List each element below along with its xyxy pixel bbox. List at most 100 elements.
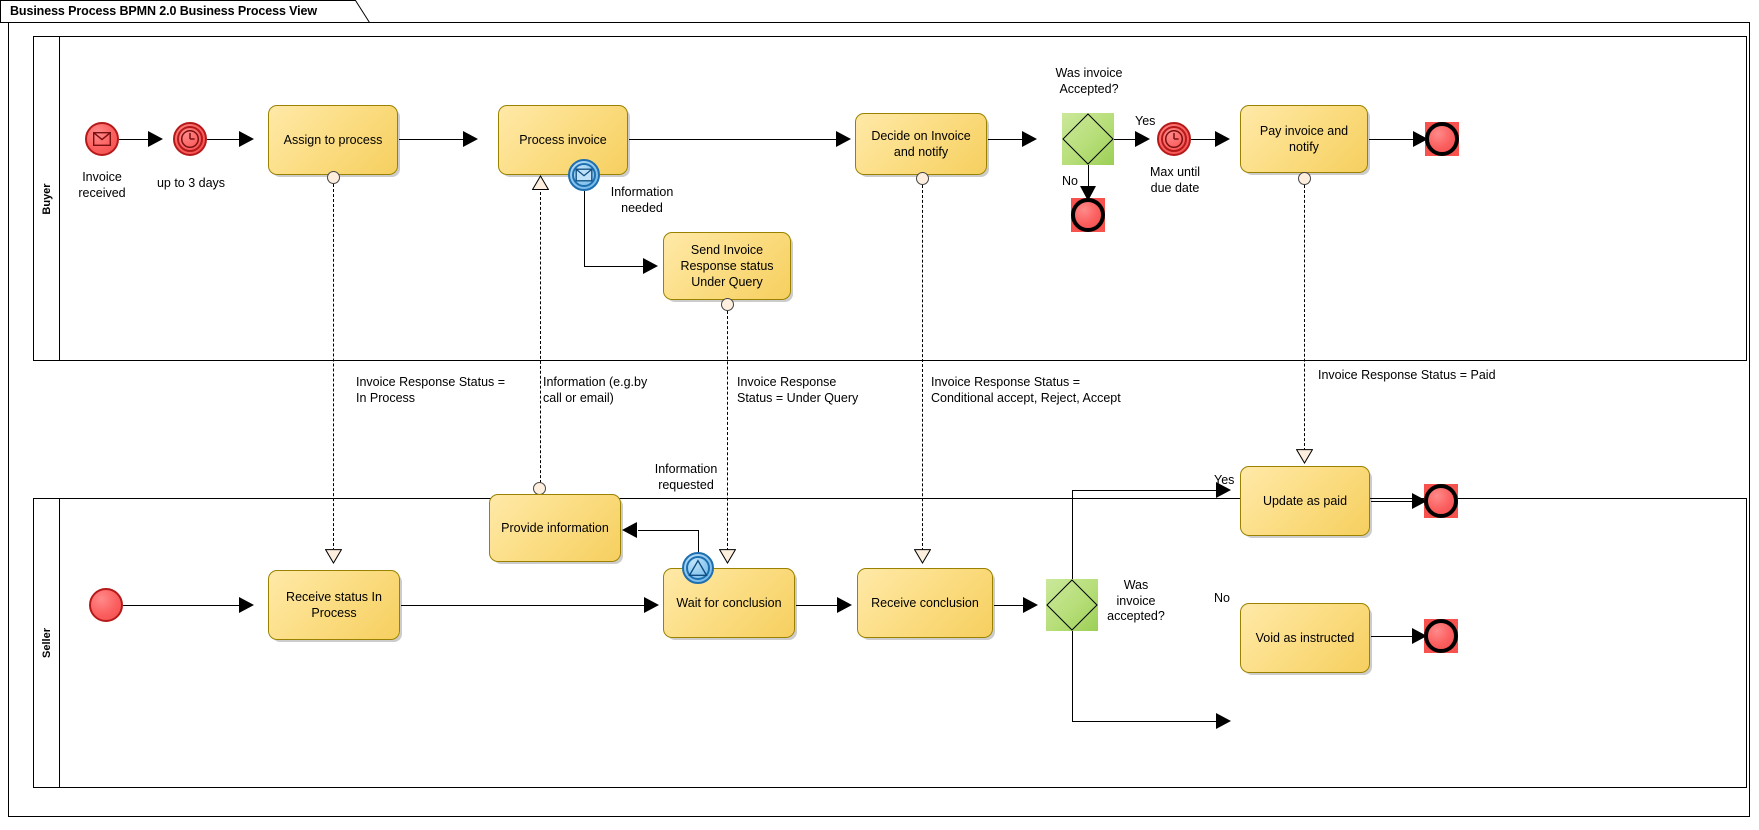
task-wait-for-conclusion[interactable]: Wait for conclusion [663,568,795,638]
connector-receive-conclusion-to-gateway [994,605,1024,606]
connector-seller-yes-up [1072,490,1073,579]
arrowhead [239,131,254,147]
arrowhead [644,597,659,613]
message-flow-5-arrow [1296,449,1313,464]
boundary-event-information-requested[interactable] [682,552,714,584]
arrowhead [148,131,163,147]
task-assign-to-process[interactable]: Assign to process [268,105,398,175]
buyer-start-event-label: Invoice received [78,170,126,200]
arrowhead [1216,713,1231,729]
task-label: Wait for conclusion [676,596,782,610]
arrowhead [1022,131,1037,147]
seller-start-event[interactable] [89,588,123,622]
task-label: Provide information [501,521,609,535]
message-flow-4-label: Invoice Response Status = Conditional ac… [931,375,1121,405]
envelope-icon [93,132,111,146]
connector-seller-no-right [1072,721,1217,722]
task-receive-conclusion[interactable]: Receive conclusion [857,568,993,638]
connector-timer-to-assign [207,139,240,140]
envelope-icon [575,168,593,182]
task-label: Receive conclusion [871,596,979,610]
connector-start-to-timer [119,139,149,140]
end-event-seller-paid[interactable] [1424,484,1458,518]
connector-timer-to-pay [1191,139,1216,140]
task-label: Send Invoice Response status Under Query [680,243,774,289]
gateway-no-label-buyer: No [1062,174,1078,188]
connector-void-to-end [1371,636,1413,637]
connector-signal-left [638,530,699,531]
task-label: Decide on Invoice and notify [871,129,971,159]
arrowhead [837,597,852,613]
message-flow-2-label: Information (e.g.by call or email) [543,375,648,405]
lane-buyer-header: Buyer [34,37,60,360]
task-provide-information[interactable]: Provide information [489,494,621,562]
connector-process-to-decide [629,139,836,140]
arrowhead [463,131,478,147]
page-title: Business Process BPMN 2.0 Business Proce… [10,4,318,18]
gateway-no-label-seller: No [1214,591,1230,605]
arrowhead [1215,131,1230,147]
gateway-was-invoice-accepted[interactable] [1062,113,1114,165]
message-flow-3-label: Invoice Response Status = Under Query [737,375,859,405]
boundary-event-information-needed[interactable] [568,159,600,191]
task-receive-status-in-process[interactable]: Receive status In Process [268,570,400,640]
task-label: Void as instructed [1255,631,1355,645]
connector-assign-to-process-invoice [399,139,464,140]
message-flow-1 [333,184,334,551]
buyer-timer-due-date-event[interactable] [1157,122,1191,156]
boundary-event-label-seller: Information requested [654,462,718,492]
connector-seller-no-down [1072,631,1073,721]
gateway-diamond-shape [1046,579,1098,631]
gateway-yes-label-seller: Yes [1214,473,1235,487]
task-update-as-paid[interactable]: Update as paid [1240,466,1370,536]
buyer-message-start-event[interactable] [85,122,119,156]
message-flow-3-arrow [719,549,736,564]
message-flow-4-arrow [914,549,931,564]
message-flow-1-arrow-outline [325,549,342,564]
task-process-invoice[interactable]: Process invoice [498,105,628,175]
lane-buyer: Buyer [33,36,1747,361]
connector-decide-to-gateway [988,139,1023,140]
message-flow-source-dot-4 [916,172,929,185]
task-decide-on-invoice[interactable]: Decide on Invoice and notify [855,113,987,175]
end-event-rejected[interactable] [1071,198,1105,232]
end-event-buyer-paid[interactable] [1425,122,1459,156]
connector-boundary-down [584,191,585,266]
task-send-invoice-response-status[interactable]: Send Invoice Response status Under Query [663,232,791,300]
task-pay-invoice-and-notify[interactable]: Pay invoice and notify [1240,105,1368,173]
connector-gateway-yes [1114,139,1136,140]
connector-seller-yes-right [1072,490,1217,491]
task-label: Pay invoice and notify [1259,124,1349,154]
task-void-as-instructed[interactable]: Void as instructed [1240,603,1370,673]
arrowhead [1023,597,1038,613]
clock-icon [1164,129,1184,149]
message-flow-2-arrow [532,175,549,190]
arrowhead [1135,131,1150,147]
signal-icon [688,559,708,576]
gateway-was-invoice-accepted-seller[interactable] [1046,579,1098,631]
clock-icon [180,129,200,149]
lane-seller-header: Seller [34,499,60,787]
connector-boundary-right [584,266,644,267]
arrowhead [622,522,637,538]
lane-seller-label: Seller [40,628,53,658]
gateway-label-seller: Was invoice accepted? [1107,578,1165,623]
message-flow-source-dot-3 [721,298,734,311]
boundary-event-label: Information needed [610,185,674,215]
message-flow-source-dot-5 [1298,172,1311,185]
task-label: Assign to process [283,133,383,147]
bpmn-diagram-canvas: Business Process BPMN 2.0 Business Proce… [0,0,1759,830]
connector-signal-up [698,530,699,554]
arrowhead [643,258,658,274]
end-event-seller-void[interactable] [1424,619,1458,653]
gateway-yes-label-buyer: Yes [1135,114,1156,128]
connector-receive-to-wait [401,605,645,606]
lane-seller: Seller [33,498,1747,788]
connector-pay-to-end [1369,139,1414,140]
task-label: Update as paid [1262,494,1348,508]
connector-update-to-end [1371,501,1413,502]
buyer-timer-intermediate-event[interactable] [173,122,207,156]
message-flow-source-dot-1 [327,171,340,184]
diagram-title-tab: Business Process BPMN 2.0 Business Proce… [0,0,370,23]
arrowhead [836,131,851,147]
